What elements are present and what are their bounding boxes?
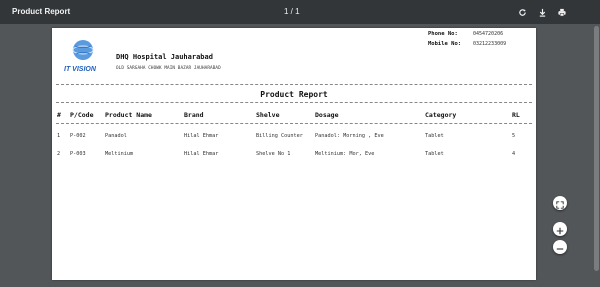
phone-value: 0454720206 bbox=[473, 31, 504, 37]
zoom-in-icon bbox=[556, 220, 564, 239]
hospital-name: DHQ Hospital Jauharabad bbox=[116, 53, 213, 61]
table-cell: Meltinium bbox=[105, 151, 134, 157]
zoom-out-icon bbox=[556, 238, 564, 257]
column-header: Shelve bbox=[256, 111, 280, 119]
table-cell: Tablet bbox=[425, 133, 444, 139]
table-cell: Panadol: Morning , Eve bbox=[315, 133, 384, 139]
column-header: Category bbox=[425, 111, 457, 119]
table-cell: Hilal Ehmar bbox=[184, 133, 219, 139]
table-cell: P-002 bbox=[70, 133, 86, 139]
table-cell: 2 bbox=[57, 151, 61, 157]
table-cell: Shelve No 1 bbox=[256, 151, 291, 157]
hospital-address: OLD SARGAHA CHOWK MAIN BAZAR JAUHARABAD bbox=[116, 66, 221, 71]
scrollbar-thumb[interactable] bbox=[594, 26, 599, 271]
column-header: Product Name bbox=[105, 111, 152, 119]
table-cell: P-003 bbox=[70, 151, 86, 157]
mobile-label: Mobile No: bbox=[428, 41, 462, 47]
fit-page-button[interactable] bbox=[553, 196, 567, 210]
title-divider bbox=[56, 102, 532, 103]
column-header: RL bbox=[512, 111, 520, 119]
table-cell: Meltinium: Mor, Eve bbox=[315, 151, 375, 157]
mobile-value: 03212233009 bbox=[473, 41, 507, 47]
it-vision-logo: IT VISION bbox=[62, 38, 118, 74]
zoom-in-button[interactable] bbox=[553, 222, 567, 236]
table-cell: Billing Counter bbox=[256, 133, 303, 139]
column-header: Dosage bbox=[315, 111, 339, 119]
page-indicator: 1 / 1 bbox=[284, 7, 300, 16]
table-cell: 1 bbox=[57, 133, 61, 139]
pdf-toolbar: Product Report 1 / 1 bbox=[0, 0, 600, 24]
column-header: Brand bbox=[184, 111, 204, 119]
report-title: Product Report bbox=[260, 90, 328, 99]
document-title: Product Report bbox=[12, 7, 71, 16]
header-divider bbox=[56, 84, 532, 85]
phone-label: Phone No: bbox=[428, 31, 458, 37]
table-cell: Tablet bbox=[425, 151, 444, 157]
column-header: P/Code bbox=[70, 111, 94, 119]
download-icon[interactable] bbox=[535, 5, 549, 19]
table-cell: Panadol bbox=[105, 133, 127, 139]
column-header: # bbox=[57, 111, 61, 119]
logo-text: IT VISION bbox=[64, 66, 97, 73]
fit-page-icon bbox=[556, 194, 564, 213]
table-header-divider bbox=[56, 123, 532, 124]
pdf-page: IT VISION DHQ Hospital Jauharabad OLD SA… bbox=[52, 28, 536, 280]
table-cell: 4 bbox=[512, 151, 516, 157]
zoom-out-button[interactable] bbox=[553, 240, 567, 254]
print-icon[interactable] bbox=[555, 5, 569, 19]
table-cell: Hilal Ehmar bbox=[184, 151, 219, 157]
table-cell: 5 bbox=[512, 133, 516, 139]
rotate-icon[interactable] bbox=[515, 5, 529, 19]
